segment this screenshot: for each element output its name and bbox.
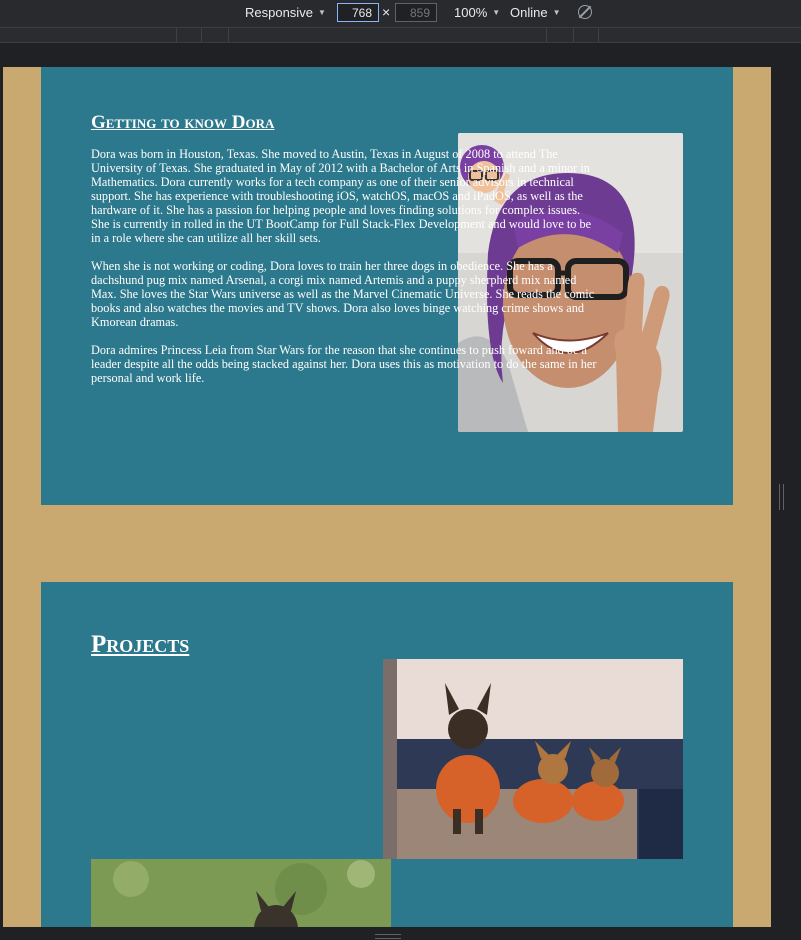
width-input[interactable] xyxy=(337,3,379,22)
about-paragraph: Dora admires Princess Leia from Star War… xyxy=(91,343,597,385)
chevron-down-icon: ▼ xyxy=(552,8,561,17)
height-input[interactable] xyxy=(395,3,437,22)
projects-section: Projects xyxy=(41,582,733,927)
device-select[interactable]: Responsive ▼ xyxy=(245,5,326,20)
times-icon: × xyxy=(382,4,391,20)
ruler-tick xyxy=(546,28,547,42)
throttle-label: Online xyxy=(510,5,548,20)
rotate-icon[interactable] xyxy=(578,5,592,19)
about-title: Getting to know Dora xyxy=(91,112,275,133)
about-paragraph: When she is not working or coding, Dora … xyxy=(91,259,595,329)
chevron-down-icon: ▼ xyxy=(492,8,501,17)
projects-title: Projects xyxy=(91,631,190,658)
ruler-tick xyxy=(201,28,202,42)
zoom-label: 100% xyxy=(454,5,488,20)
project-image-dog-yard[interactable] xyxy=(91,859,391,927)
emulated-viewport: Getting to know Dora Dora was born in Ho… xyxy=(3,67,771,927)
ruler-tick xyxy=(573,28,574,42)
device-label: Responsive xyxy=(245,5,313,20)
project-image-dogs[interactable] xyxy=(383,659,683,859)
media-query-ruler[interactable] xyxy=(0,28,801,43)
ruler-tick xyxy=(176,28,177,42)
resize-grip-icon xyxy=(375,934,401,939)
throttle-select[interactable]: Online ▼ xyxy=(510,5,561,20)
ruler-tick xyxy=(598,28,599,42)
chevron-down-icon: ▼ xyxy=(317,8,326,17)
ruler-tick xyxy=(228,28,229,42)
zoom-select[interactable]: 100% ▼ xyxy=(454,5,500,20)
about-text: Dora was born in Houston, Texas. She mov… xyxy=(91,147,601,399)
about-section: Getting to know Dora Dora was born in Ho… xyxy=(41,67,733,505)
viewport-resize-handle-right[interactable] xyxy=(771,67,801,927)
device-toolbar: Responsive ▼ × 100% ▼ Online ▼ xyxy=(0,0,801,28)
resize-grip-icon xyxy=(779,484,784,510)
about-paragraph: Dora was born in Houston, Texas. She mov… xyxy=(91,147,592,245)
